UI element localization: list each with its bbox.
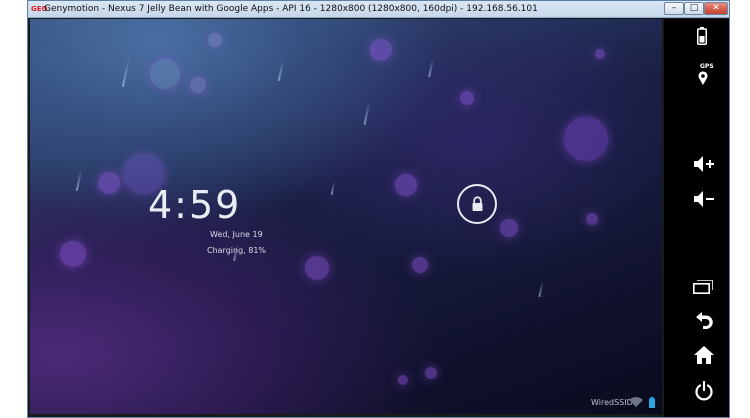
bokeh-particle xyxy=(398,375,408,385)
light-streak xyxy=(330,180,336,196)
bokeh-particle xyxy=(305,256,329,280)
bokeh-particle xyxy=(425,367,437,379)
gps-button[interactable]: GPS xyxy=(664,63,729,91)
lockscreen-clock: 4:59 xyxy=(148,183,242,227)
bokeh-particle xyxy=(460,91,474,105)
battery-status-icon xyxy=(649,397,655,408)
bokeh-particle xyxy=(98,172,120,194)
volume-up-button[interactable] xyxy=(664,152,729,180)
device-control-sidebar: GPS xyxy=(664,19,729,417)
light-streak xyxy=(428,58,434,78)
bokeh-particle xyxy=(395,174,417,196)
light-streak xyxy=(121,57,131,87)
bokeh-particle xyxy=(412,257,428,273)
gps-label: GPS xyxy=(700,63,714,70)
close-button[interactable]: ✕ xyxy=(704,2,728,15)
lockscreen-date: Wed, June 19 xyxy=(210,230,263,239)
bokeh-particle xyxy=(500,219,518,237)
power-button[interactable] xyxy=(664,379,729,407)
volume-down-button[interactable] xyxy=(664,187,729,215)
bokeh-particle xyxy=(586,213,598,225)
bokeh-particle xyxy=(370,39,392,61)
unlock-handle[interactable] xyxy=(457,184,497,224)
genymotion-window: GEO Genymotion - Nexus 7 Jelly Bean with… xyxy=(27,0,730,418)
recent-apps-icon xyxy=(693,280,713,294)
window-title: Genymotion - Nexus 7 Jelly Bean with Goo… xyxy=(44,4,538,14)
back-button[interactable] xyxy=(664,307,729,335)
maximize-button[interactable]: □ xyxy=(684,2,704,15)
home-button[interactable] xyxy=(664,343,729,371)
lock-icon xyxy=(472,196,483,211)
light-streak xyxy=(277,59,285,81)
home-icon xyxy=(694,346,714,364)
charging-status: Charging, 81% xyxy=(207,246,267,255)
bokeh-particle xyxy=(564,117,608,161)
power-icon xyxy=(695,381,713,401)
light-streak xyxy=(363,101,371,125)
bokeh-particle xyxy=(595,49,605,59)
ssid-label: WiredSSID xyxy=(591,398,633,407)
device-screen[interactable]: 4:59 Wed, June 19 Charging, 81% WiredSSI… xyxy=(30,19,662,414)
volume-up-icon xyxy=(694,156,714,172)
genymotion-logo-icon: GEO xyxy=(31,5,48,13)
back-icon xyxy=(696,312,713,329)
volume-down-icon xyxy=(694,191,714,207)
bokeh-particle xyxy=(150,59,180,89)
light-streak xyxy=(75,169,83,191)
battery-icon xyxy=(697,27,707,45)
battery-button[interactable] xyxy=(664,25,729,53)
bokeh-particle xyxy=(60,241,86,267)
title-bar[interactable]: GEO Genymotion - Nexus 7 Jelly Bean with… xyxy=(28,1,729,18)
light-streak xyxy=(538,280,544,298)
recent-apps-button[interactable] xyxy=(664,274,729,302)
minimize-button[interactable]: – xyxy=(664,2,684,15)
wifi-icon xyxy=(629,397,643,407)
gps-icon xyxy=(698,71,708,85)
bokeh-particle xyxy=(208,33,222,47)
bokeh-particle xyxy=(190,77,206,93)
